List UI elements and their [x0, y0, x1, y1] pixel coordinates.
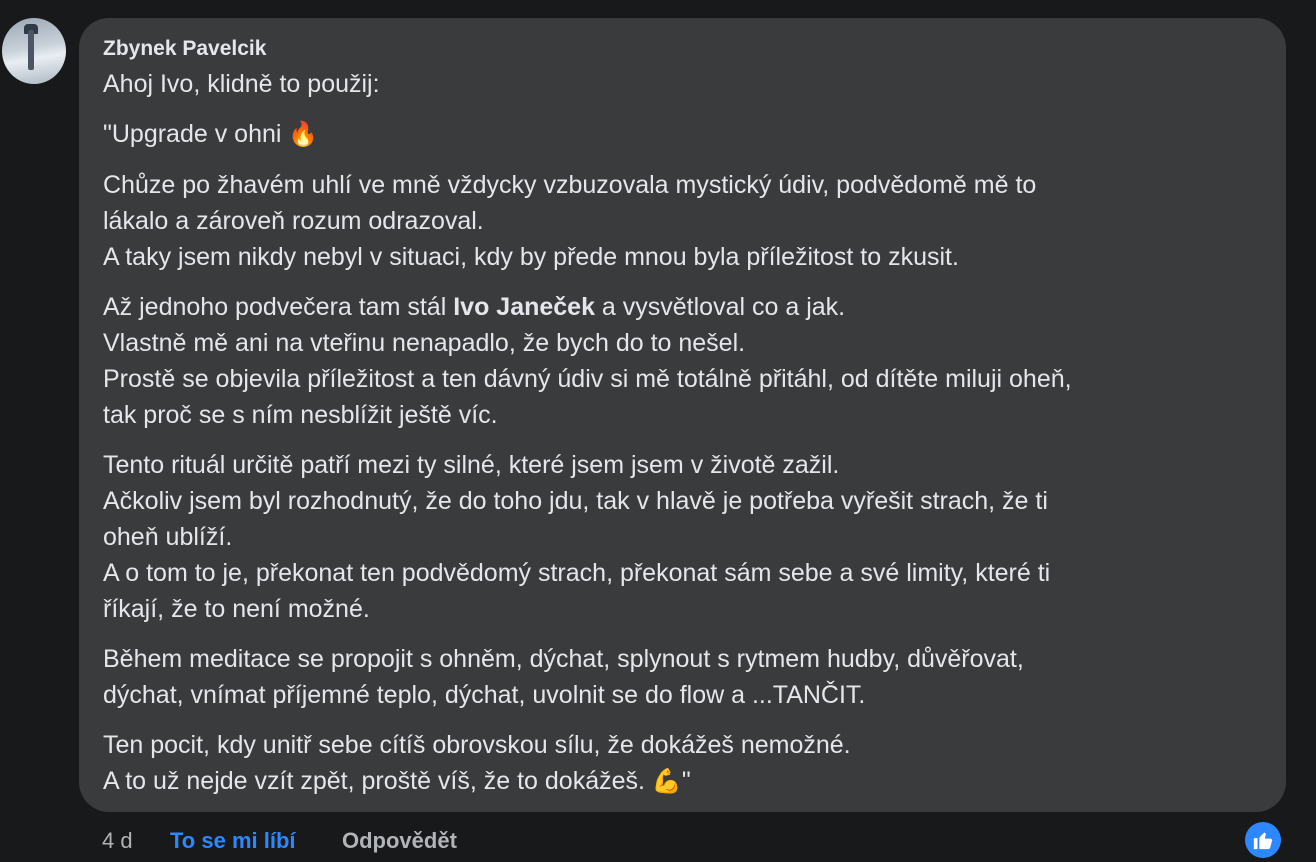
line-text: "Upgrade v ohni: [103, 120, 282, 148]
comment-line: Během meditace se propojit s ohněm, dých…: [103, 641, 1262, 677]
mentioned-person-link[interactable]: Ivo Janeček: [453, 293, 595, 321]
comment-line: A taky jsem nikdy nebyl v situaci, kdy b…: [103, 239, 1262, 275]
line-text: A to už nejde vzít zpět, proště víš, že …: [103, 767, 645, 795]
reaction-badge[interactable]: [1245, 822, 1281, 858]
comment-line: Chůze po žhavém uhlí ve mně vždycky vzbu…: [103, 167, 1262, 203]
comment-line: Ačkoliv jsem byl rozhodnutý, že do toho …: [103, 483, 1262, 519]
comment-line: Až jednoho podvečera tam stál Ivo Janeče…: [103, 289, 1262, 325]
comment-paragraph: Tento rituál určitě patří mezi ty silné,…: [103, 447, 1262, 627]
author-avatar[interactable]: [2, 18, 66, 84]
reply-button[interactable]: Odpovědět: [342, 828, 457, 854]
comment-bubble: Zbynek Pavelcik Ahoj Ivo, klidně to použ…: [79, 18, 1286, 812]
comment-line: tak proč se s ním nesblížit ještě víc.: [103, 397, 1262, 433]
line-text: lákalo a zároveň rozum odrazoval.: [103, 207, 484, 235]
comment-line: A o tom to je, překonat ten podvědomý st…: [103, 555, 1262, 591]
comment-line: "Upgrade v ohni 🔥: [103, 116, 1262, 153]
comment-line: Ten pocit, kdy unitř sebe cítíš obrovsko…: [103, 727, 1262, 763]
comment-line: Ahoj Ivo, klidně to použij:: [103, 66, 1262, 102]
line-text: Během meditace se propojit s ohněm, dých…: [103, 645, 1024, 673]
comment-paragraph: Chůze po žhavém uhlí ve mně vždycky vzbu…: [103, 167, 1262, 275]
comment-actions: 4 d To se mi líbí Odpovědět: [102, 826, 457, 856]
comment-line: lákalo a zároveň rozum odrazoval.: [103, 203, 1262, 239]
line-text: a vysvětloval co a jak.: [594, 293, 846, 321]
comment-line: dýchat, vnímat příjemné teplo, dýchat, u…: [103, 677, 1262, 713]
comment-line: říkají, že to není možné.: [103, 591, 1262, 627]
line-text: Ačkoliv jsem byl rozhodnutý, že do toho …: [103, 487, 1048, 515]
emoji-icon: 🔥: [288, 121, 319, 148]
line-text: Až jednoho podvečera tam stál: [103, 293, 454, 321]
comment-line: Tento rituál určitě patří mezi ty silné,…: [103, 447, 1262, 483]
line-text: tak proč se s ním nesblížit ještě víc.: [103, 401, 498, 429]
comment-line: A to už nejde vzít zpět, proště víš, že …: [103, 763, 1262, 800]
like-button[interactable]: To se mi líbí: [170, 828, 342, 854]
line-text: Chůze po žhavém uhlí ve mně vždycky vzbu…: [103, 171, 1037, 199]
line-text: Prostě se objevila příležitost a ten dáv…: [103, 365, 1072, 393]
line-text: říkají, že to není možné.: [103, 595, 370, 623]
comment-body: Ahoj Ivo, klidně to použij: "Upgrade v oh…: [103, 66, 1262, 800]
line-text: A o tom to je, překonat ten podvědomý st…: [103, 559, 1051, 587]
comment-paragraph: Až jednoho podvečera tam stál Ivo Janeče…: [103, 289, 1262, 433]
comment-author[interactable]: Zbynek Pavelcik: [103, 36, 1262, 66]
line-text: Ten pocit, kdy unitř sebe cítíš obrovsko…: [103, 731, 851, 759]
comment-paragraph: Během meditace se propojit s ohněm, dých…: [103, 641, 1262, 713]
comment-line: oheň ublíží.: [103, 519, 1262, 555]
line-text: Tento rituál určitě patří mezi ty silné,…: [103, 451, 840, 479]
line-text: Ahoj Ivo, klidně to použij:: [103, 70, 380, 98]
comment-paragraph: "Upgrade v ohni 🔥: [103, 116, 1262, 153]
line-text: dýchat, vnímat příjemné teplo, dýchat, u…: [103, 681, 866, 709]
line-text: oheň ublíží.: [103, 523, 233, 551]
comment-line: Prostě se objevila příležitost a ten dáv…: [103, 361, 1262, 397]
comment-line: Vlastně mě ani na vteřinu nenapadlo, že …: [103, 325, 1262, 361]
emoji-icon: 💪: [651, 768, 682, 795]
line-text: ": [681, 767, 691, 795]
line-text: Vlastně mě ani na vteřinu nenapadlo, že …: [103, 329, 746, 357]
line-text: A taky jsem nikdy nebyl v situaci, kdy b…: [103, 243, 959, 271]
avatar-pole: [28, 30, 34, 70]
thumbs-up-icon: [1253, 832, 1273, 850]
comment-time[interactable]: 4 d: [102, 828, 170, 854]
comment-paragraph: Ahoj Ivo, klidně to použij:: [103, 66, 1262, 102]
comment-paragraph: Ten pocit, kdy unitř sebe cítíš obrovsko…: [103, 727, 1262, 800]
